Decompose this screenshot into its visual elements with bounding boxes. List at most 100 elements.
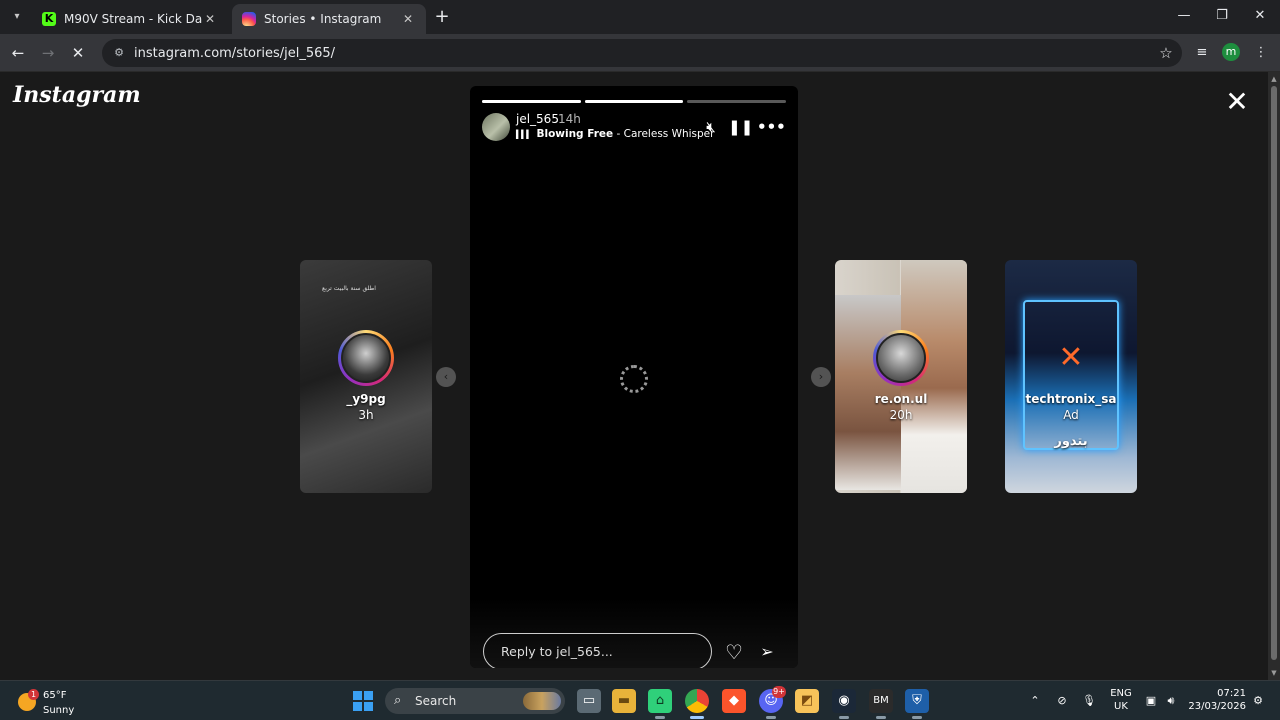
weather-condition: Sunny bbox=[43, 705, 75, 716]
restore-icon[interactable]: ❐ bbox=[1212, 8, 1232, 23]
tab-kick-dashboard[interactable]: K M90V Stream - Kick Dashboard ✕ bbox=[32, 4, 228, 34]
scrollbar-thumb[interactable] bbox=[1271, 86, 1277, 660]
minimize-icon[interactable]: — bbox=[1174, 8, 1194, 23]
tab-instagram-stories[interactable]: Stories • Instagram ✕ bbox=[232, 4, 426, 34]
site-info-icon[interactable]: ⚙ bbox=[112, 46, 126, 60]
close-stories-icon[interactable]: ✕ bbox=[1224, 88, 1250, 116]
running-indicator bbox=[839, 716, 849, 719]
brand-x-logo-icon: ✕ bbox=[1058, 340, 1084, 375]
taskbar-search[interactable]: ⌕ Search bbox=[385, 688, 565, 714]
pc-case-image bbox=[1023, 300, 1119, 450]
task-view-icon[interactable]: ▭ bbox=[577, 689, 601, 713]
address-url[interactable]: instagram.com/stories/jel_565/ bbox=[134, 46, 1156, 61]
share-send-icon[interactable]: ➢ bbox=[756, 641, 778, 663]
story-author-avatar[interactable] bbox=[482, 113, 510, 141]
progress-segment bbox=[584, 100, 684, 103]
progress-segment bbox=[687, 100, 787, 103]
bm-app-icon[interactable]: BM bbox=[869, 689, 893, 713]
instagram-stories-page: Instagram ✕ اطلق سنة بالبيت تربع _y9pg 3… bbox=[0, 72, 1268, 680]
story-preview-time: 20h bbox=[889, 408, 913, 422]
music-bars-icon: ▍▍▍ bbox=[516, 130, 533, 139]
folder-app-icon[interactable]: ◩ bbox=[795, 689, 819, 713]
network-icon[interactable]: ▣ bbox=[1142, 689, 1160, 713]
story-preview-username: _y9pg bbox=[346, 392, 386, 406]
volume-icon[interactable]: 🔊︎ bbox=[1162, 689, 1180, 713]
browser-menu-icon[interactable]: ⋮ bbox=[1252, 43, 1270, 63]
story-overlay-text: اطلق سنة بالبيت تربع bbox=[322, 285, 376, 292]
progress-segment bbox=[482, 100, 581, 103]
windows-start-icon[interactable] bbox=[353, 691, 373, 711]
scroll-up-arrow-icon[interactable]: ▲ bbox=[1268, 75, 1280, 83]
search-label: Search bbox=[415, 694, 457, 708]
tray-overflow-chevron-icon[interactable]: ⌃ bbox=[1026, 689, 1044, 713]
chrome-running-indicator bbox=[690, 716, 704, 719]
story-preview-techtronix-ad[interactable]: ✕ techtronix_sa Ad بتدور bbox=[1005, 260, 1137, 493]
loading-spinner-icon bbox=[620, 365, 648, 393]
story-preview-username: techtronix_sa bbox=[1025, 392, 1117, 406]
story-preview-caption: بتدور bbox=[1054, 434, 1088, 449]
chrome-icon[interactable] bbox=[685, 689, 709, 713]
next-story-arrow-icon[interactable]: › bbox=[811, 367, 831, 387]
story-timestamp: 14h bbox=[558, 112, 581, 126]
taskbar-clock[interactable]: 07:21 23/03/2026 bbox=[1186, 687, 1246, 713]
media-control-icon[interactable]: ≡ bbox=[1192, 43, 1212, 63]
windows-taskbar: 1 65°F Sunny ⌕ Search ▭ ▬ ⌂ ◆ ☺ 9+ ◩ ◉ B… bbox=[0, 680, 1280, 720]
clock-time: 07:21 bbox=[1217, 688, 1246, 699]
tab-title: M90V Stream - Kick Dashboard bbox=[64, 12, 202, 26]
tab-title: Stories • Instagram bbox=[264, 12, 382, 26]
story-preview-y9pg[interactable]: اطلق سنة بالبيت تربع _y9pg 3h bbox=[300, 260, 432, 493]
tab-search-chevron-icon[interactable]: ▾ bbox=[8, 8, 26, 26]
page-scrollbar[interactable]: ▲ ▼ bbox=[1268, 72, 1280, 680]
like-heart-icon[interactable]: ♡ bbox=[723, 641, 745, 663]
music-song: Blowing Free bbox=[536, 128, 614, 140]
green-app-icon[interactable]: ⌂ bbox=[648, 689, 672, 713]
story-music-label[interactable]: ▍▍▍ Blowing Free - Careless Whisper bbox=[516, 128, 714, 140]
story-avatar bbox=[341, 333, 391, 383]
keyboard-layout: UK bbox=[1114, 701, 1128, 712]
music-separator: - bbox=[613, 128, 624, 140]
tab-close-icon[interactable]: ✕ bbox=[202, 12, 218, 26]
instagram-favicon-icon bbox=[242, 12, 256, 26]
steam-icon[interactable]: ◉ bbox=[832, 689, 856, 713]
story-author-username[interactable]: jel_565 bbox=[516, 112, 559, 126]
story-preview-username: re.on.ul bbox=[874, 392, 928, 406]
browser-tab-bar: ▾ K M90V Stream - Kick Dashboard ✕ Stori… bbox=[0, 0, 1280, 34]
game-launcher-icon[interactable]: ⛨ bbox=[905, 689, 929, 713]
progress-fill bbox=[482, 100, 581, 103]
story-ring bbox=[338, 330, 394, 386]
forward-arrow-icon[interactable]: → bbox=[38, 43, 58, 63]
reply-input[interactable]: Reply to jel_565... bbox=[483, 633, 712, 668]
window-close-icon[interactable]: ✕ bbox=[1250, 8, 1270, 23]
profile-avatar[interactable]: m bbox=[1222, 43, 1240, 61]
tab-close-icon[interactable]: ✕ bbox=[400, 12, 416, 26]
running-indicator bbox=[655, 716, 665, 719]
story-preview-ad-label: Ad bbox=[1063, 408, 1079, 422]
running-indicator bbox=[876, 716, 886, 719]
weather-widget[interactable]: 1 65°F Sunny bbox=[16, 687, 116, 716]
microphone-icon[interactable]: 🎙︎ bbox=[1080, 689, 1098, 713]
running-indicator bbox=[766, 716, 776, 719]
language-indicator[interactable]: ENG UK bbox=[1108, 687, 1134, 713]
tray-network-off-icon[interactable]: ⊘ bbox=[1052, 689, 1072, 713]
kick-favicon-icon: K bbox=[42, 12, 56, 26]
back-arrow-icon[interactable]: ← bbox=[8, 43, 28, 63]
mute-speaker-icon[interactable]: 🔇︎ bbox=[701, 117, 721, 137]
notification-icon[interactable]: ⚙ bbox=[1250, 689, 1266, 713]
bookmark-star-icon[interactable]: ☆ bbox=[1156, 44, 1176, 62]
browser-toolbar: ← → ✕ ⚙ instagram.com/stories/jel_565/ ☆… bbox=[0, 34, 1280, 72]
story-preview-re-on-ul[interactable]: re.on.ul 20h bbox=[835, 260, 967, 493]
file-explorer-icon[interactable]: ▬ bbox=[612, 689, 636, 713]
language-code: ENG bbox=[1110, 688, 1132, 699]
instagram-logo[interactable]: Instagram bbox=[13, 82, 141, 108]
search-highlight-image bbox=[523, 692, 561, 710]
new-tab-plus-icon[interactable]: + bbox=[432, 7, 452, 27]
previous-story-arrow-icon[interactable]: ‹ bbox=[436, 367, 456, 387]
more-options-icon[interactable]: ••• bbox=[757, 117, 786, 137]
stop-loading-icon[interactable]: ✕ bbox=[68, 43, 88, 63]
active-story-viewer[interactable]: jel_565 14h ▍▍▍ Blowing Free - Careless W… bbox=[470, 86, 798, 668]
story-avatar bbox=[876, 333, 926, 383]
scroll-down-arrow-icon[interactable]: ▼ bbox=[1268, 669, 1280, 677]
address-bar[interactable]: ⚙ instagram.com/stories/jel_565/ ☆ bbox=[102, 39, 1182, 67]
pause-icon[interactable]: ❚❚ bbox=[728, 117, 753, 137]
brave-icon[interactable]: ◆ bbox=[722, 689, 746, 713]
